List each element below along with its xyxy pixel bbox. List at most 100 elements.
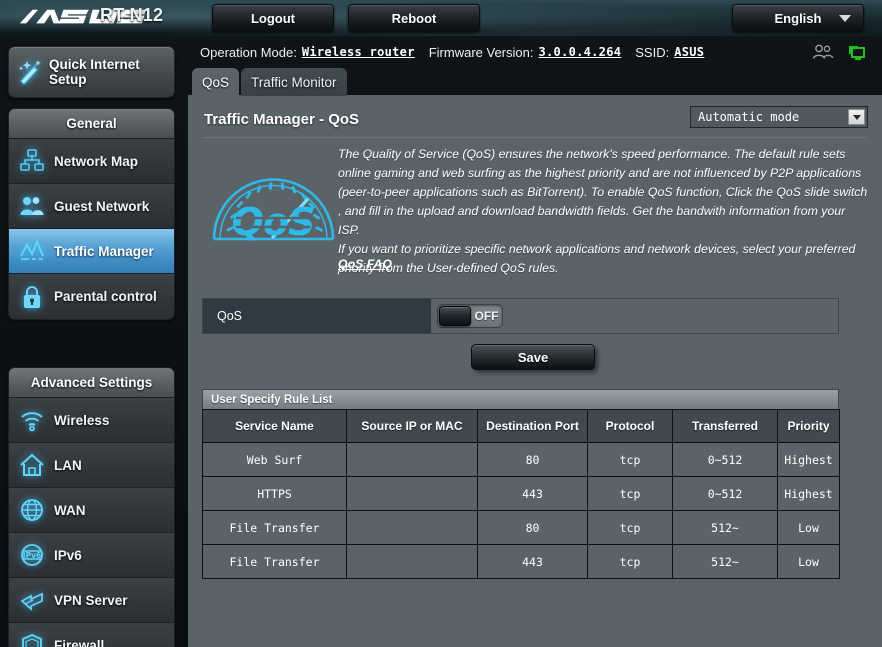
qos-toggle-switch[interactable]: OFF xyxy=(437,304,503,328)
sidebar: Quick Internet Setup General Network Map xyxy=(0,36,188,647)
cell-source-ip-mac xyxy=(346,510,478,545)
reboot-button[interactable]: Reboot xyxy=(348,4,480,32)
cell-service-name: Web Surf xyxy=(202,442,347,477)
sidebar-item-network-map[interactable]: Network Map xyxy=(9,139,174,184)
ssid-info: SSID: ASUS xyxy=(635,45,704,60)
cell-source-ip-mac xyxy=(346,476,478,511)
sidebar-item-guest-network[interactable]: Guest Network xyxy=(9,184,174,229)
nav-group-general: General Network Map Guest Network Traffi… xyxy=(8,108,175,320)
sidebar-label-ipv6: IPv6 xyxy=(54,547,82,563)
qos-toggle-label: QoS xyxy=(203,299,431,333)
cell-source-ip-mac xyxy=(346,442,478,477)
qos-toggle-knob[interactable] xyxy=(439,306,471,326)
network-map-icon xyxy=(20,149,44,171)
infobar-icon-group xyxy=(812,44,882,61)
sidebar-label-guest-network: Guest Network xyxy=(54,198,150,214)
sidebar-label-vpn-server: VPN Server xyxy=(54,592,128,608)
cell-protocol: tcp xyxy=(587,544,673,579)
table-row[interactable]: File Transfer 443 tcp 512~ Low xyxy=(202,544,840,579)
save-button[interactable]: Save xyxy=(471,344,595,370)
firmware-value[interactable]: 3.0.0.4.264 xyxy=(538,45,621,59)
cell-protocol: tcp xyxy=(587,476,673,511)
table-body: Web Surf 80 tcp 0~512 Highest HTTPS 443 … xyxy=(202,442,840,579)
sidebar-item-parental-control[interactable]: Parental control xyxy=(9,274,174,319)
qos-mode-value: Automatic mode xyxy=(698,110,800,124)
column-header-protocol: Protocol xyxy=(587,409,673,443)
sidebar-item-traffic-manager[interactable]: Traffic Manager xyxy=(9,229,174,274)
ipv6-globe-icon: IPv6 xyxy=(21,544,43,566)
sidebar-item-wan[interactable]: WAN xyxy=(9,488,174,533)
qos-description-p1: The Quality of Service (QoS) ensures the… xyxy=(338,147,868,238)
magic-wand-icon xyxy=(18,60,41,85)
firmware-label: Firmware Version: xyxy=(428,44,534,60)
table-row[interactable]: HTTPS 443 tcp 0~512 Highest xyxy=(202,476,840,511)
operation-mode-value[interactable]: Wireless router xyxy=(302,45,415,59)
network-monitor-icon[interactable] xyxy=(846,44,866,61)
sidebar-label-network-map: Network Map xyxy=(54,153,139,169)
qos-mode-select[interactable]: Automatic mode xyxy=(690,106,868,128)
column-header-destination-port: Destination Port xyxy=(477,409,588,443)
tab-qos[interactable]: QoS xyxy=(192,68,240,96)
guest-network-icon xyxy=(20,197,44,215)
table-row[interactable]: Web Surf 80 tcp 0~512 Highest xyxy=(202,442,840,477)
cell-service-name: File Transfer xyxy=(202,544,347,579)
table-row[interactable]: File Transfer 80 tcp 512~ Low xyxy=(202,510,840,545)
svg-text:QoS: QoS xyxy=(232,200,315,244)
sidebar-item-wireless[interactable]: Wireless xyxy=(9,398,174,443)
main-content: QoS Traffic Monitor Traffic Manager - Qo… xyxy=(188,68,882,647)
shield-icon xyxy=(22,633,42,647)
user-specify-rule-list: User Specify Rule List Service Name Sour… xyxy=(202,389,840,579)
tab-traffic-monitor[interactable]: Traffic Monitor xyxy=(241,68,347,96)
cell-transferred: 512~ xyxy=(672,510,778,545)
cell-priority: Highest xyxy=(777,442,840,477)
cell-service-name: HTTPS xyxy=(202,476,347,511)
qos-description-p2: If you want to prioritize specific netwo… xyxy=(338,242,856,276)
title-divider xyxy=(204,137,866,138)
nav-header-general: General xyxy=(9,109,174,139)
sidebar-label-wan: WAN xyxy=(54,502,86,518)
qos-speedometer-icon: QoS xyxy=(212,178,335,244)
cell-transferred: 512~ xyxy=(672,544,778,579)
cell-priority: Highest xyxy=(777,476,840,511)
sidebar-label-wireless: Wireless xyxy=(54,412,110,428)
rule-list-caption: User Specify Rule List xyxy=(202,389,839,409)
column-header-priority: Priority xyxy=(777,409,840,443)
column-header-transferred: Transferred xyxy=(672,409,778,443)
qos-faq-link[interactable]: QoS FAQ xyxy=(338,257,392,271)
sidebar-item-vpn-server[interactable]: VPN Server xyxy=(9,578,174,623)
sidebar-item-lan[interactable]: LAN xyxy=(9,443,174,488)
language-selector[interactable]: English xyxy=(732,4,864,32)
sidebar-label-lan: LAN xyxy=(54,457,82,473)
sidebar-label-firewall: Firewall xyxy=(54,638,105,647)
rule-table: Service Name Source IP or MAC Destinatio… xyxy=(202,409,840,579)
nav-group-advanced: Advanced Settings Wireless LAN WAN IPv6 … xyxy=(8,367,175,647)
wifi-icon xyxy=(21,412,43,432)
cell-protocol: tcp xyxy=(587,510,673,545)
sidebar-label-parental-control: Parental control xyxy=(54,289,157,304)
chevron-down-icon[interactable] xyxy=(848,109,865,125)
page-title: Traffic Manager - QoS xyxy=(204,111,360,128)
language-label: English xyxy=(774,10,822,26)
router-model: RT-N12 xyxy=(100,5,164,25)
vpn-icon xyxy=(20,592,43,611)
logout-button[interactable]: Logout xyxy=(212,4,334,32)
sidebar-label-traffic-manager: Traffic Manager xyxy=(54,243,154,259)
cell-transferred: 0~512 xyxy=(672,442,778,477)
cell-destination-port: 80 xyxy=(477,510,588,545)
table-header-row: Service Name Source IP or MAC Destinatio… xyxy=(202,409,840,443)
sidebar-item-firewall[interactable]: Firewall xyxy=(9,623,174,647)
sidebar-item-ipv6[interactable]: IPv6 IPv6 xyxy=(9,533,174,578)
operation-mode-info: Operation Mode: Wireless router xyxy=(200,45,415,60)
status-info-bar: Operation Mode: Wireless router Firmware… xyxy=(188,36,882,68)
qos-toggle-state: OFF xyxy=(474,309,499,323)
tab-bar: QoS Traffic Monitor xyxy=(192,68,347,96)
ssid-value[interactable]: ASUS xyxy=(674,45,704,59)
svg-text:IPv6: IPv6 xyxy=(23,551,41,560)
qos-panel: Traffic Manager - QoS Automatic mode QoS… xyxy=(188,95,882,647)
top-banner: RT-N12 Logout Reboot English xyxy=(0,0,882,36)
users-icon[interactable] xyxy=(812,44,834,60)
nav-header-advanced: Advanced Settings xyxy=(9,368,174,398)
quick-internet-setup-button[interactable]: Quick Internet Setup xyxy=(8,46,175,98)
globe-icon xyxy=(21,499,43,521)
cell-priority: Low xyxy=(777,544,840,579)
